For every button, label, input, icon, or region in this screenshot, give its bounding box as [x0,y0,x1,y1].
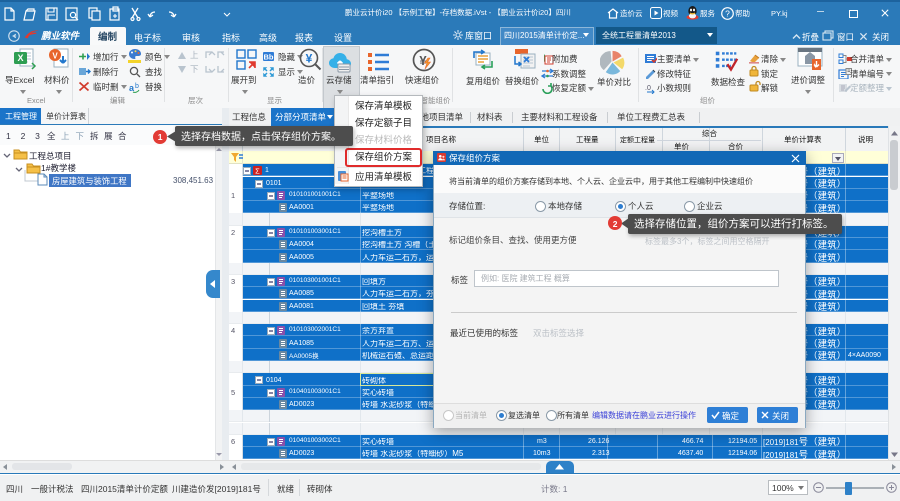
svg-text:Σ: Σ [255,167,260,176]
svg-text:b: b [135,83,139,90]
svg-text:V: V [52,52,58,61]
svg-text:Bb: Bb [264,53,274,62]
svg-text:?: ? [725,8,730,18]
svg-text:X: X [17,53,23,63]
svg-text:.0: .0 [645,85,651,92]
svg-text:¥: ¥ [306,52,313,66]
